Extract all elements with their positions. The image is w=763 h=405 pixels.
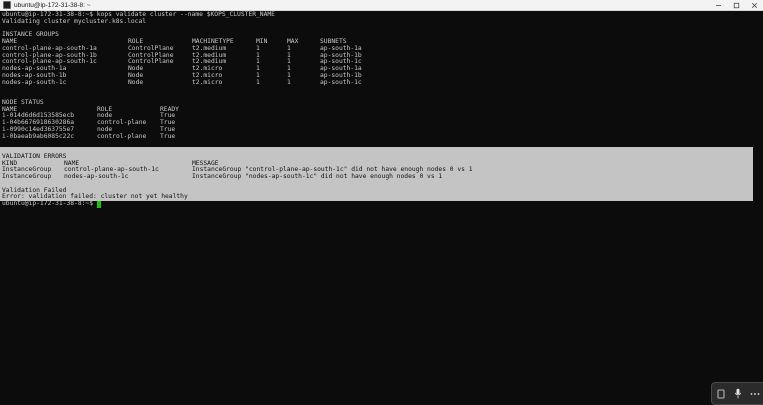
table-header: NAME ROLE READY [2,106,760,114]
tablet-button[interactable] [715,387,727,401]
cell-min: 1 [256,78,260,86]
cell-ready: True [160,132,176,140]
table-row: i-0baeab9ab6085c22c control-plane True [2,132,760,141]
more-icon [750,392,760,395]
node-status-title: NODE STATUS [2,98,44,106]
cell-message: InstanceGroup "nodes-ap-south-1c" did no… [192,173,443,180]
instance-groups-title: INSTANCE GROUPS [2,31,59,39]
floating-toolbar [711,382,763,405]
validating-line: Validating cluster mycluster.k8s.local [2,17,147,25]
terminal-icon [3,1,11,9]
table-row: control-plane-ap-south-1a ControlPlane t… [2,45,760,53]
maximize-button[interactable] [727,0,745,10]
maximize-icon [733,2,739,8]
cell-name: nodes-ap-south-1c [64,173,129,180]
table-row: nodes-ap-south-1b Node t2.micro 1 1 ap-s… [2,72,760,80]
cell-subnets: ap-south-1c [320,78,362,86]
microphone-icon [734,388,742,399]
cell-role: control-plane [97,132,147,140]
error-line: Error: validation failed: cluster not ye… [2,193,188,201]
cell-machinetype: t2.micro [192,78,223,86]
table-row: InstanceGroup nodes-ap-south-1c Instance… [2,173,753,181]
close-icon [751,2,757,8]
window-titlebar[interactable]: ubuntu@ip-172-31-38-8: ~ [0,0,763,11]
tablet-icon [717,389,725,398]
validation-errors-title: VALIDATION ERRORS [2,152,67,160]
selected-validation-block: VALIDATION ERRORS KIND NAME MESSAGE Inst… [0,147,753,201]
cell-kind: InstanceGroup [2,173,52,180]
window-controls [709,0,763,10]
cursor [96,201,101,208]
cell-max: 1 [287,78,291,86]
node-status-table: NAME ROLE READY i-014d6d6d153585ecb node… [2,106,760,141]
prompt-line[interactable]: ubuntu@ip-172-31-38-8:~$ [2,200,760,208]
minimize-button[interactable] [709,0,727,10]
table-row: control-plane-ap-south-1c ControlPlane t… [2,58,760,66]
table-row: nodes-ap-south-1a Node t2.micro 1 1 ap-s… [2,65,760,73]
window-title: ubuntu@ip-172-31-38-8: ~ [14,1,91,9]
table-header: NAME ROLE MACHINETYPE MIN MAX SUBNETS [2,38,760,46]
minimize-icon [715,4,721,6]
prompt-text: ubuntu@ip-172-31-38-8:~$ [2,200,97,207]
more-button[interactable] [749,387,761,401]
table-row: nodes-ap-south-1c Node t2.micro 1 1 ap-s… [2,78,760,87]
cell-role: Node [128,78,144,86]
terminal-output[interactable]: ubuntu@ip-172-31-38-8:~$ kops validate c… [0,11,760,208]
close-button[interactable] [745,0,763,10]
table-row: control-plane-ap-south-1b ControlPlane t… [2,52,760,60]
cell-name: i-0baeab9ab6085c22c [2,132,75,140]
cell-name: nodes-ap-south-1c [2,78,67,86]
microphone-button[interactable] [732,387,744,401]
instance-groups-table: NAME ROLE MACHINETYPE MIN MAX SUBNETS co… [2,38,760,87]
table-row: i-04b6676918630286a control-plane True [2,119,760,127]
